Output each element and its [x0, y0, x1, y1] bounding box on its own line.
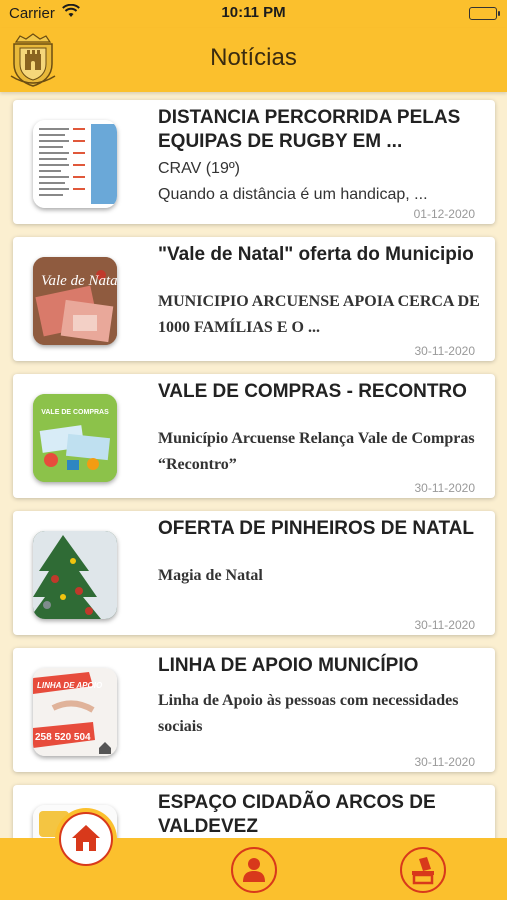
thumbnail-caption: Vale de Natal [41, 273, 117, 289]
ballot-box-icon [412, 857, 434, 885]
tab-profile[interactable] [231, 847, 277, 893]
thumbnail-phone: 258 520 504 [35, 732, 91, 743]
news-title: LINHA DE APOIO MUNICÍPIO [158, 655, 419, 676]
news-title: OFERTA DE PINHEIROS DE NATAL [158, 518, 474, 539]
news-title: VALE DE COMPRAS - RECONTRO [158, 381, 467, 402]
tab-vote[interactable] [400, 847, 446, 893]
news-thumbnail: LINHA DE APOIO 258 520 504 [33, 668, 117, 756]
app-header: Notícias [0, 28, 507, 92]
news-list[interactable]: DISTANCIA PERCORRIDA PELAS EQUIPAS DE RU… [0, 92, 507, 842]
status-bar: Carrier 10:11 PM [0, 0, 507, 28]
news-title: DISTANCIA PERCORRIDA PELAS EQUIPAS DE RU… [158, 107, 461, 152]
news-date: 30-11-2020 [414, 481, 476, 495]
news-card[interactable]: DISTANCIA PERCORRIDA PELAS EQUIPAS DE RU… [13, 100, 495, 224]
news-date: 30-11-2020 [414, 344, 476, 358]
home-icon [72, 825, 100, 851]
news-subtitle: CRAV (19º) [158, 160, 241, 177]
news-title: "Vale de Natal" oferta do Municipio [158, 244, 474, 265]
news-title: ESPAÇO CIDADÃO ARCOS DE VALDEVEZ [158, 792, 436, 837]
news-summary: Linha de Apoio às pessoas com necessidad… [158, 692, 459, 735]
thumbnail-caption: LINHA DE APOIO [37, 681, 103, 690]
tab-home[interactable] [55, 808, 117, 870]
news-card[interactable]: LINHA DE APOIO 258 520 504 LINHA DE APOI… [13, 648, 495, 772]
news-date: 30-11-2020 [414, 618, 476, 632]
news-card[interactable]: VALE DE COMPRAS VALE DE COMPRAS - RECONT… [13, 374, 495, 498]
person-icon [243, 858, 265, 882]
news-thumbnail: Vale de Natal [33, 257, 117, 345]
news-thumbnail [33, 120, 117, 208]
battery-icon [469, 7, 500, 20]
clock: 10:11 PM [221, 4, 286, 21]
news-summary: Quando a distância é um handicap, ... [158, 186, 428, 203]
news-date: 01-12-2020 [413, 207, 475, 221]
news-summary: Magia de Natal [158, 567, 263, 584]
thumbnail-caption: VALE DE COMPRAS [41, 409, 109, 416]
news-thumbnail [33, 531, 117, 619]
news-thumbnail: VALE DE COMPRAS [33, 394, 117, 482]
news-summary: Município Arcuense Relança Vale de Compr… [158, 430, 475, 473]
news-card[interactable]: OFERTA DE PINHEIROS DE NATAL Magia de Na… [13, 511, 495, 635]
news-card[interactable]: Vale de Natal "Vale de Natal" oferta do … [13, 237, 495, 361]
news-summary: MUNICIPIO ARCUENSE APOIA CERCA DE 1000 F… [158, 293, 480, 336]
news-date: 30-11-2020 [414, 755, 476, 769]
page-title: Notícias [210, 44, 297, 71]
